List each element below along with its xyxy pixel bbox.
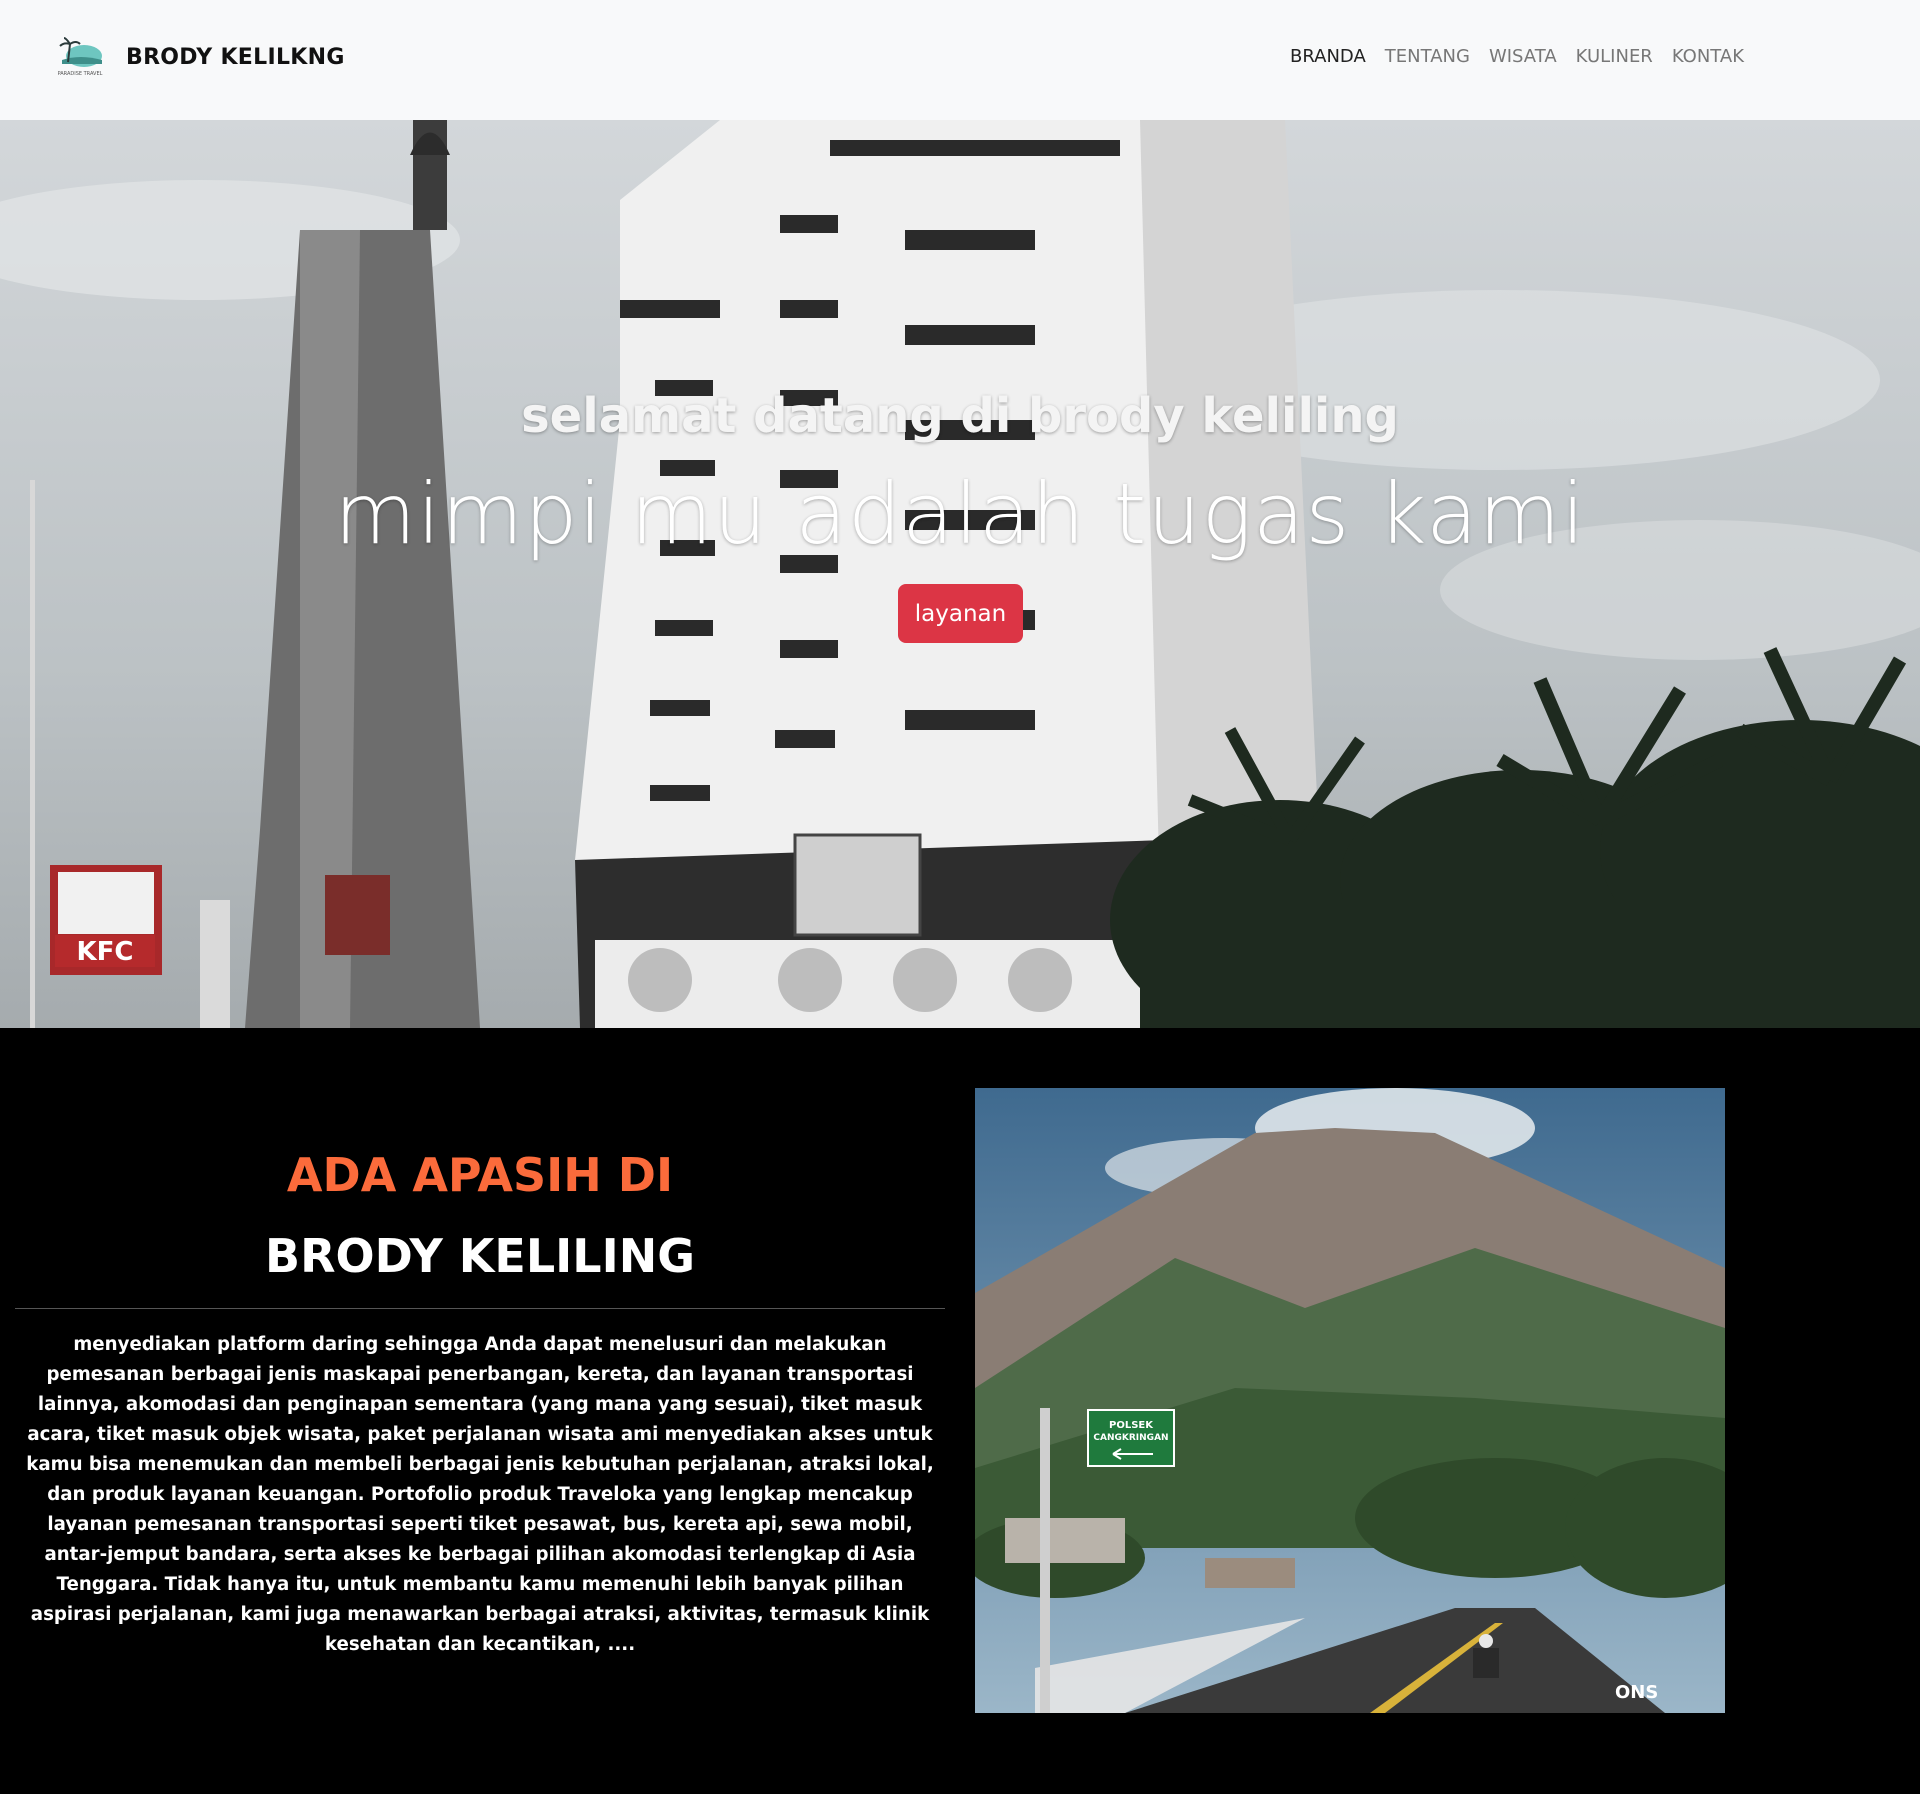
merapi-volcano-photo: POLSEK CANGKRINGAN ONS: [975, 1088, 1725, 1713]
about-heading-main: BRODY KELILING: [265, 1229, 695, 1283]
brand-link[interactable]: PARADISE TRAVEL BRODY KELILKNG: [54, 36, 345, 78]
brand-name: BRODY KELILKNG: [126, 44, 345, 70]
svg-text:CANGKRINGAN: CANGKRINGAN: [1093, 1433, 1168, 1443]
divider: [15, 1308, 945, 1309]
about-section: ADA APASIH DI BRODY KELILING menyediakan…: [0, 1028, 1920, 1794]
svg-text:KFC: KFC: [77, 937, 134, 967]
hero-title: mimpi mu adalah tugas kami: [334, 465, 1586, 563]
navbar: PARADISE TRAVEL BRODY KELILKNG BRANDA TE…: [0, 0, 1920, 120]
svg-text:ONS: ONS: [1615, 1682, 1658, 1703]
nav-link-wisata[interactable]: WISATA: [1489, 46, 1557, 67]
nav-link-branda[interactable]: BRANDA: [1290, 46, 1366, 67]
nav-link-kuliner[interactable]: KULINER: [1576, 46, 1653, 67]
nav-link-tentang[interactable]: TENTANG: [1385, 46, 1470, 67]
hero-subtitle: selamat datang di brody keliling: [521, 388, 1399, 444]
hero-section: KFC selamat datang di brody keliling mim…: [0, 120, 1920, 1028]
about-heading-accent: ADA APASIH DI: [286, 1148, 674, 1202]
hero-background-image: KFC: [0, 120, 1920, 1028]
svg-text:POLSEK: POLSEK: [1109, 1420, 1154, 1431]
about-paragraph: menyediakan platform daring sehingga And…: [26, 1334, 934, 1655]
paradise-travel-logo-icon: PARADISE TRAVEL: [54, 36, 106, 78]
svg-text:PARADISE TRAVEL: PARADISE TRAVEL: [58, 71, 103, 77]
layanan-button[interactable]: layanan: [898, 584, 1023, 643]
nav-links: BRANDA TENTANG WISATA KULINER KONTAK: [1290, 46, 1763, 67]
nav-link-kontak[interactable]: KONTAK: [1672, 46, 1744, 67]
